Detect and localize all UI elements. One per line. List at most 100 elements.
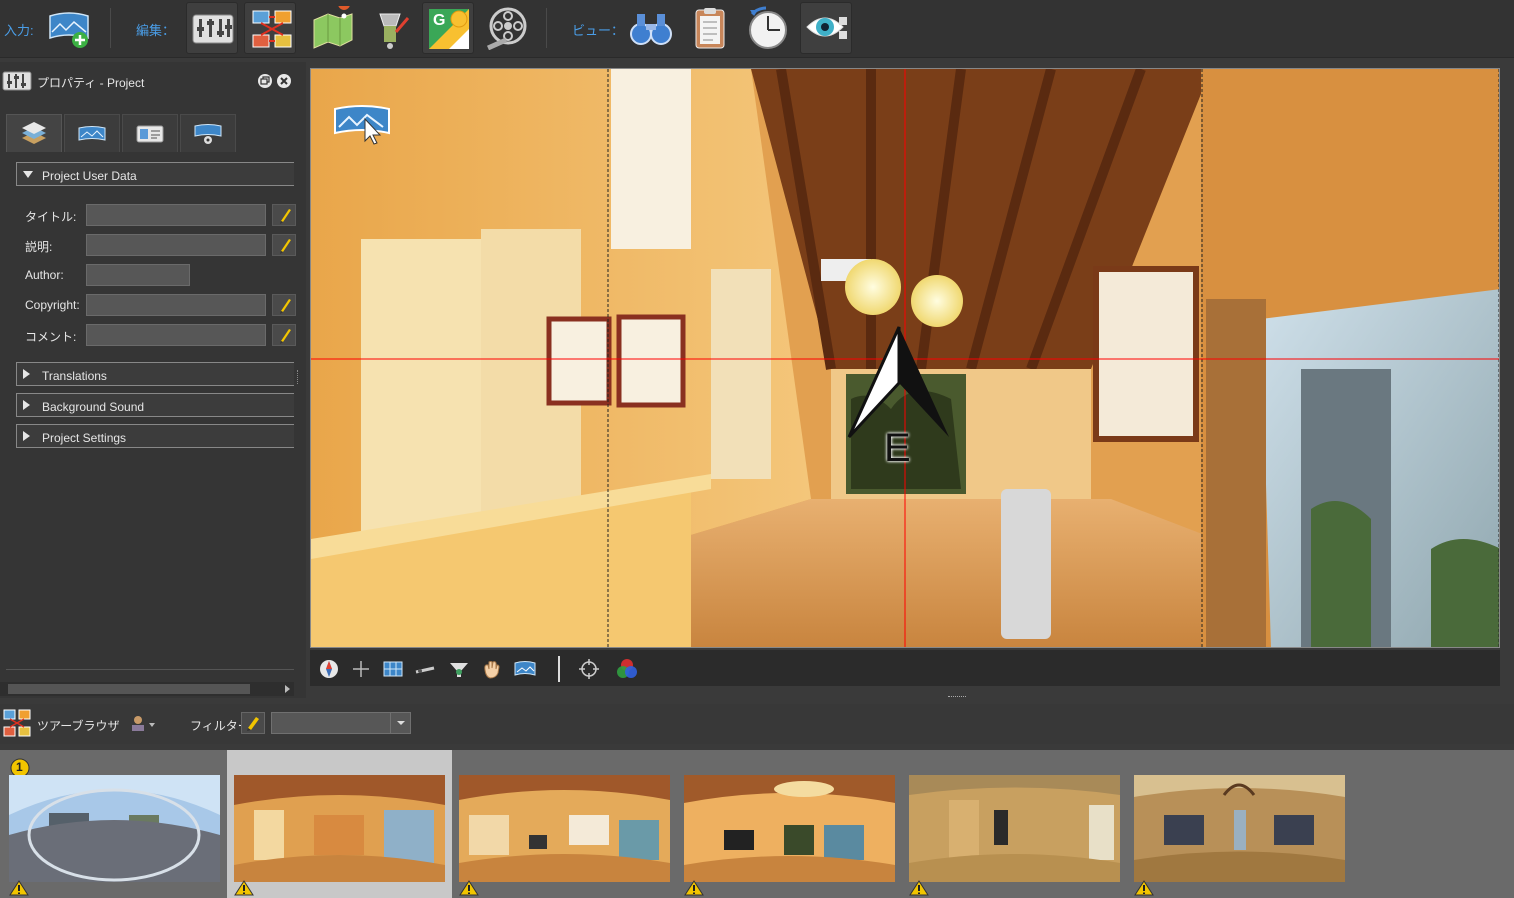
hand-tool-icon[interactable] xyxy=(480,658,502,680)
section-label: Project User Data xyxy=(42,169,137,183)
author-field-label: Author: xyxy=(25,268,64,282)
user-stamp-icon[interactable] xyxy=(130,714,158,734)
panel-divider xyxy=(6,669,294,670)
chevron-down-icon xyxy=(397,721,405,725)
warning-icon xyxy=(459,880,479,896)
edit-label: 編集： xyxy=(136,23,176,38)
properties-button[interactable] xyxy=(186,2,238,54)
viewer-toolbar xyxy=(310,650,1500,686)
preview-button[interactable] xyxy=(800,2,852,54)
close-icon[interactable] xyxy=(277,74,291,88)
thumbnail-image xyxy=(234,775,445,882)
level-tool-icon[interactable] xyxy=(414,658,436,680)
target-icon[interactable] xyxy=(578,658,600,680)
author-field[interactable] xyxy=(86,264,190,286)
timer-button[interactable] xyxy=(742,2,794,54)
splitter-handle[interactable] xyxy=(948,696,966,698)
floorplan-button[interactable] xyxy=(306,2,358,54)
splitter-handle[interactable] xyxy=(297,370,300,384)
thumbnail-item[interactable] xyxy=(902,750,1127,898)
viewer-tab[interactable] xyxy=(180,114,236,152)
add-panorama-button[interactable] xyxy=(42,2,94,54)
copyright-field-label: Copyright: xyxy=(25,298,80,312)
binoculars-button[interactable] xyxy=(624,2,676,54)
grid-icon[interactable] xyxy=(382,658,404,680)
funnel-icon[interactable] xyxy=(448,658,470,680)
warning-icon xyxy=(9,880,29,896)
toolbar-separator xyxy=(110,8,111,48)
panorama-icon xyxy=(78,126,106,141)
film-reel-button[interactable] xyxy=(480,2,532,54)
thumbnail-item[interactable]: 1 xyxy=(2,750,227,898)
properties-mixer-icon xyxy=(192,14,234,44)
expand-triangle-icon xyxy=(23,400,30,410)
properties-title: プロパティ - Project xyxy=(37,76,145,90)
scroll-right-icon[interactable] xyxy=(282,684,292,694)
hotspot-editor-button[interactable] xyxy=(366,2,418,54)
pencil-icon xyxy=(280,329,291,344)
filter-dropdown[interactable] xyxy=(271,712,411,734)
panorama-view-icon[interactable] xyxy=(514,658,536,680)
thumbnail-image xyxy=(684,775,895,882)
thumbnail-image xyxy=(9,775,220,882)
edit-title-button[interactable] xyxy=(272,204,296,226)
dropdown-button[interactable] xyxy=(390,713,410,733)
id-card-icon xyxy=(136,125,164,143)
pencil-icon xyxy=(280,299,291,314)
tour-map-button[interactable] xyxy=(244,2,296,54)
compass-icon[interactable] xyxy=(318,658,340,680)
thumbnail-image xyxy=(909,775,1120,882)
panorama-cursor-icon[interactable] xyxy=(333,103,391,145)
properties-panel: プロパティ - Project Project User Data タイトル: … xyxy=(0,62,306,698)
properties-header: プロパティ - Project xyxy=(0,62,300,96)
toolbar-separator xyxy=(546,8,547,48)
description-field-label: 説明: xyxy=(25,240,53,254)
comment-field-label: コメント: xyxy=(25,330,77,344)
section-label: Project Settings xyxy=(42,431,127,445)
binoculars-icon xyxy=(630,14,672,45)
panorama-tab[interactable] xyxy=(64,114,120,152)
thumbnail-item[interactable] xyxy=(677,750,902,898)
thumbnail-image xyxy=(1134,775,1345,882)
add-panorama-icon xyxy=(49,12,89,48)
section-translations[interactable]: Translations xyxy=(16,362,294,386)
input-label: 入力: xyxy=(4,23,34,38)
eye-preview-icon xyxy=(806,17,847,39)
project-tab[interactable] xyxy=(6,114,62,152)
section-label: Background Sound xyxy=(42,400,145,414)
google-street-view-button[interactable]: G xyxy=(422,2,474,54)
clipboard-icon xyxy=(695,8,725,49)
thumbnail-item[interactable] xyxy=(1127,750,1352,898)
google-street-view-icon: G xyxy=(429,9,469,49)
restore-icon[interactable] xyxy=(258,74,272,88)
user-data-tab[interactable] xyxy=(122,114,178,152)
edit-description-button[interactable] xyxy=(272,234,296,256)
crosshair-plus-icon[interactable] xyxy=(350,658,372,680)
section-background-sound[interactable]: Background Sound xyxy=(16,393,294,417)
svg-text:G: G xyxy=(433,12,445,29)
title-field[interactable] xyxy=(86,204,266,226)
pencil-icon xyxy=(280,239,291,254)
horizontal-scrollbar[interactable] xyxy=(0,682,294,696)
description-field[interactable] xyxy=(86,234,266,256)
thumbnail-badge-number: 1 xyxy=(16,760,23,774)
color-adjust-icon[interactable] xyxy=(616,658,638,680)
main-toolbar: 入力: 編集： G ビュー： xyxy=(0,0,1514,58)
filter-edit-button[interactable] xyxy=(241,712,265,734)
panorama-viewer[interactable]: E xyxy=(310,68,1500,648)
edit-comment-button[interactable] xyxy=(272,324,296,346)
thumbnail-item-selected[interactable] xyxy=(227,750,452,898)
clipboard-button[interactable] xyxy=(684,2,736,54)
scrollbar-thumb[interactable] xyxy=(8,684,250,694)
thumbnail-item[interactable] xyxy=(452,750,677,898)
toolbar-separator xyxy=(558,656,560,682)
tour-map-icon xyxy=(3,709,31,737)
section-project-settings[interactable]: Project Settings xyxy=(16,424,294,448)
warning-icon xyxy=(1134,880,1154,896)
copyright-field[interactable] xyxy=(86,294,266,316)
expand-triangle-icon xyxy=(23,369,30,379)
edit-copyright-button[interactable] xyxy=(272,294,296,316)
section-project-user-data[interactable]: Project User Data xyxy=(16,162,294,186)
thumbnail-strip: 1 xyxy=(0,750,1514,898)
comment-field[interactable] xyxy=(86,324,266,346)
